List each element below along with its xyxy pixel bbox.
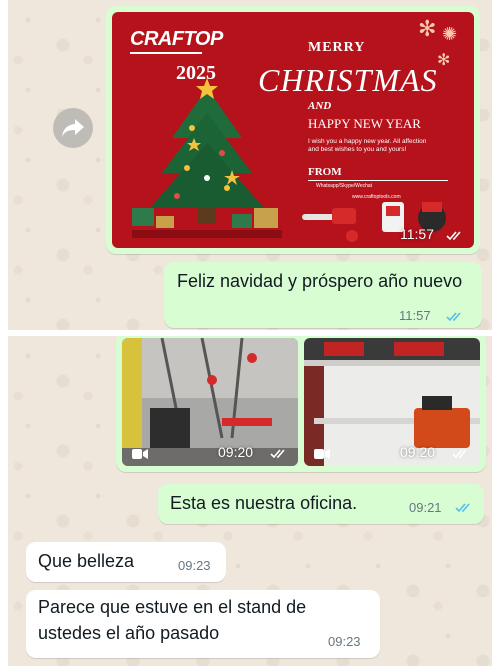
snowflake-icon: ✻ bbox=[437, 52, 451, 69]
card-christmas: CHRISTMAS bbox=[258, 62, 438, 98]
brand-logo: CRAFTOP bbox=[130, 28, 223, 50]
video-thumbnail[interactable]: 09:20 bbox=[304, 338, 480, 466]
message-text: Esta es nuestra oficina. bbox=[170, 493, 358, 513]
snowflake-icon: ✺ bbox=[442, 24, 458, 44]
video-thumbnail[interactable]: 09:20 bbox=[122, 338, 298, 466]
message-text: Que belleza bbox=[38, 551, 135, 571]
christmas-card-image[interactable]: CRAFTOP 2025 ✻ ✺ ✻ MERRY CHRISTMAS AND H… bbox=[112, 12, 474, 248]
card-wish-text: I wish you a happy new year. All affecti… bbox=[308, 138, 427, 153]
video-camera-icon bbox=[314, 449, 330, 459]
double-check-icon bbox=[455, 503, 470, 513]
card-from: FROM bbox=[308, 166, 342, 178]
forward-arrow-icon bbox=[62, 119, 84, 137]
chat-panel-top: CRAFTOP 2025 ✻ ✺ ✻ MERRY CHRISTMAS AND H… bbox=[8, 0, 492, 330]
double-check-icon bbox=[452, 449, 467, 459]
message-timestamp: 09:23 bbox=[328, 634, 361, 649]
store-display-photo bbox=[122, 338, 298, 466]
chat-panel-bottom: 09:20 09:20 Esta es nuestra oficina. 09:… bbox=[8, 336, 492, 666]
card-and: AND bbox=[308, 100, 332, 112]
christmas-tree-illustration bbox=[132, 78, 282, 238]
video-camera-icon bbox=[132, 449, 148, 459]
card-happy-new-year: HAPPY NEW YEAR bbox=[308, 116, 421, 131]
snowflake-icon: ✻ bbox=[418, 16, 437, 41]
message-bubble-incoming[interactable]: Que belleza 09:23 bbox=[26, 542, 226, 582]
card-sender: Whatsapp/Skype/Wechat bbox=[316, 183, 373, 189]
message-text: Parece que estuve en el stand de ustedes… bbox=[38, 597, 307, 643]
double-check-icon bbox=[446, 231, 461, 241]
double-check-icon bbox=[270, 449, 285, 459]
message-text: Feliz navidad y próspero año nuevo bbox=[177, 271, 463, 291]
card-from-line bbox=[308, 180, 448, 181]
video-album-message[interactable]: 09:20 09:20 bbox=[116, 336, 486, 472]
message-timestamp: 09:23 bbox=[178, 558, 211, 573]
message-timestamp: 09:21 bbox=[409, 500, 442, 515]
image-message[interactable]: CRAFTOP 2025 ✻ ✺ ✻ MERRY CHRISTMAS AND H… bbox=[106, 6, 480, 254]
message-bubble-outgoing[interactable]: Esta es nuestra oficina. 09:21 bbox=[158, 484, 484, 524]
power-tools-illustration bbox=[302, 202, 446, 242]
office-shelf-photo bbox=[304, 338, 480, 466]
video-timestamp: 09:20 bbox=[400, 444, 436, 460]
logo-underline bbox=[130, 52, 202, 54]
forward-button[interactable] bbox=[53, 108, 93, 148]
double-check-icon bbox=[446, 312, 461, 322]
message-bubble-incoming[interactable]: Parece que estuve en el stand de ustedes… bbox=[26, 590, 380, 658]
message-bubble-outgoing[interactable]: Feliz navidad y próspero año nuevo 11:57 bbox=[164, 262, 482, 328]
message-timestamp: 11:57 bbox=[399, 308, 431, 323]
video-timestamp: 09:20 bbox=[218, 444, 254, 460]
card-merry: MERRY bbox=[308, 40, 366, 55]
image-timestamp: 11:57 bbox=[400, 226, 434, 242]
